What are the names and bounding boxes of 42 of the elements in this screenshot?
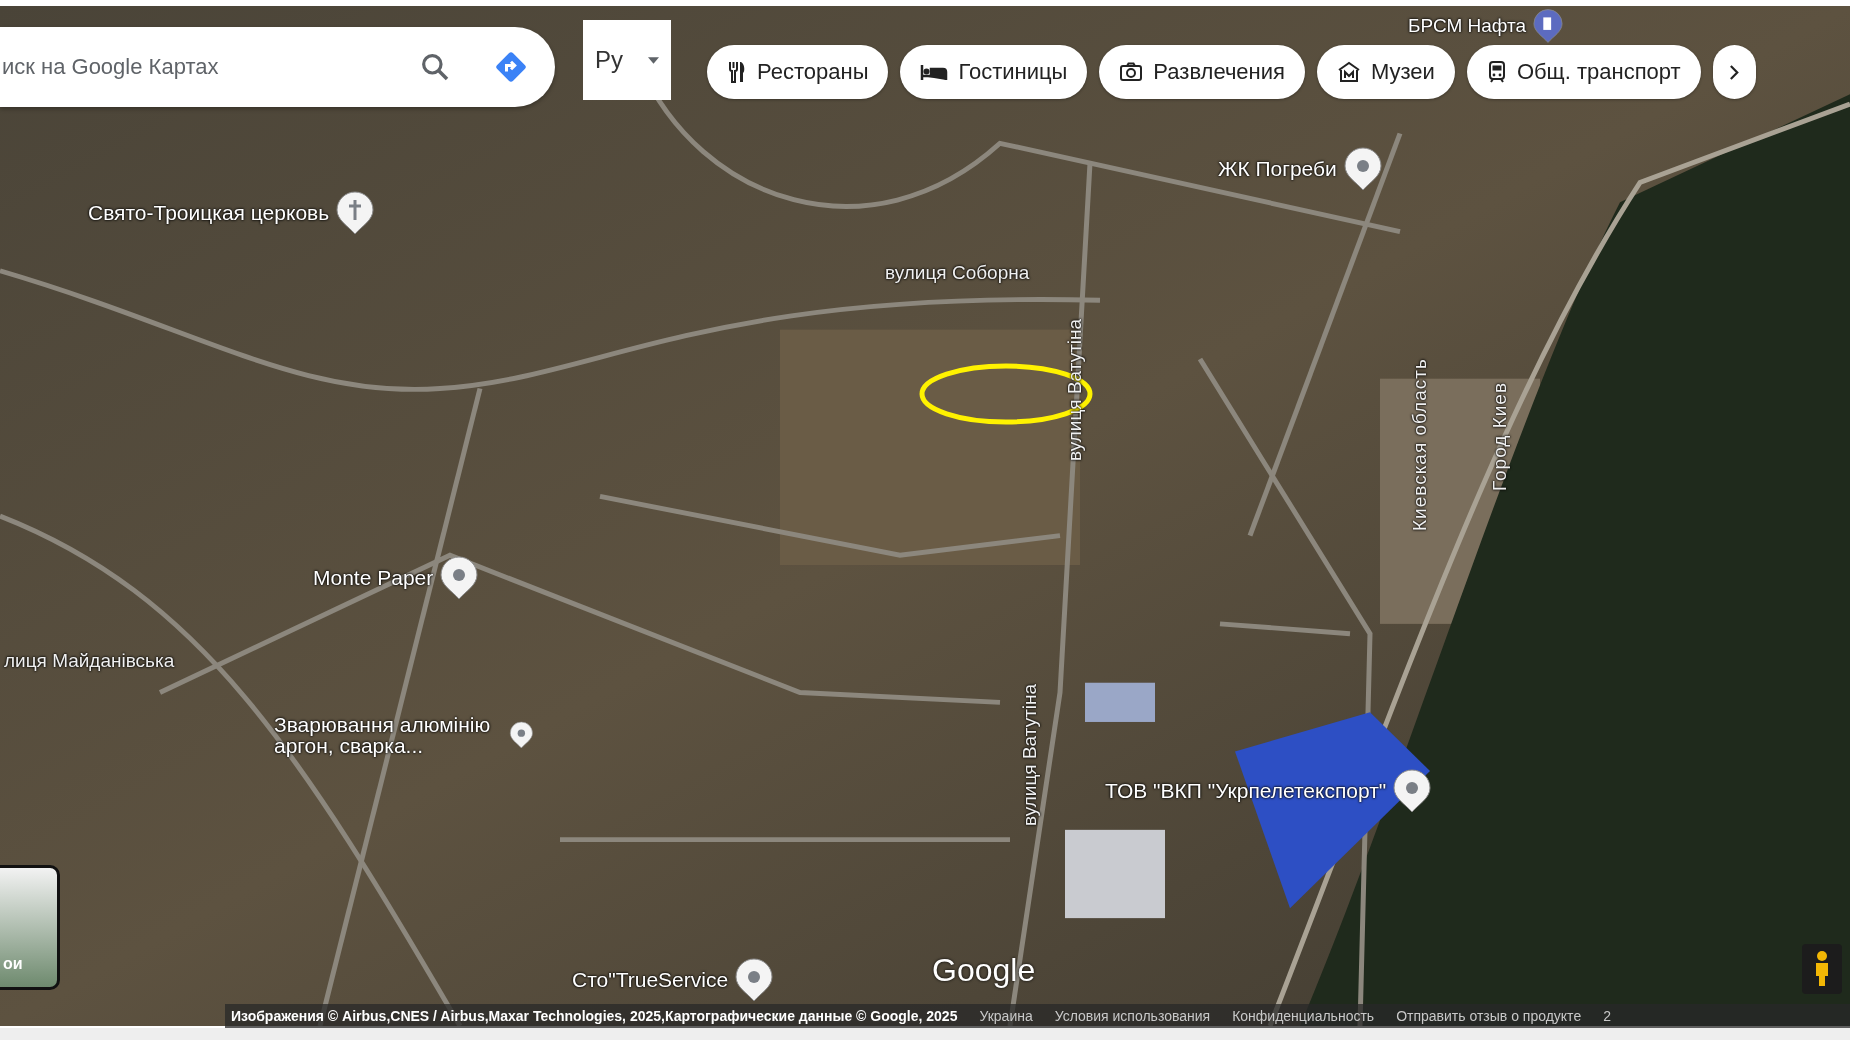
- caret-icon: [648, 56, 659, 64]
- google-logo: Google: [932, 952, 1036, 989]
- place-pin-icon[interactable]: [1342, 146, 1383, 192]
- imagery-credit: Изображения © Airbus,CNES / Airbus,Maxar Technologies, 2025,Картографические данные © Google, 2025: [231, 1008, 958, 1024]
- map-label[interactable]: Monte Paper: [313, 566, 434, 590]
- map-label[interactable]: вулиця Ватутіна: [1019, 683, 1041, 826]
- category-chip[interactable]: Общ. транспорт: [1466, 45, 1701, 99]
- map-label[interactable]: вулиця Соборна: [885, 262, 1030, 284]
- map-label[interactable]: вулиця Ватутіна: [1064, 318, 1086, 461]
- footer-link[interactable]: Украина: [979, 1008, 1033, 1024]
- map-label[interactable]: БРСМ Нафта: [1408, 15, 1527, 37]
- map-label[interactable]: Город Киев: [1489, 382, 1511, 491]
- footer-link[interactable]: Отправить отзыв о продукте: [1396, 1008, 1582, 1024]
- search-field[interactable]: иск на Google Картах: [0, 53, 419, 81]
- cross-pin-icon[interactable]: [335, 190, 376, 236]
- map-label[interactable]: Зварювання алюмінію аргон, сварка...: [274, 714, 504, 756]
- chevron-right-icon: [1728, 63, 1740, 81]
- language-selector[interactable]: Ру: [583, 20, 671, 100]
- map-label[interactable]: Свято-Троицкая церковь: [88, 201, 330, 225]
- fuel-pin-icon[interactable]: [1532, 8, 1565, 44]
- category-chip[interactable]: Развлечения: [1099, 45, 1305, 99]
- category-chip[interactable]: Рестораны: [707, 45, 889, 99]
- train-icon: [1486, 60, 1507, 84]
- camera-icon: [1119, 62, 1144, 82]
- person-icon[interactable]: [1802, 944, 1842, 994]
- footer-link[interactable]: 2: [1603, 1008, 1611, 1024]
- footer-link[interactable]: Условия использования: [1054, 1008, 1211, 1024]
- map-label[interactable]: Сто"TrueService: [572, 968, 729, 992]
- place-pin-icon[interactable]: [1392, 768, 1433, 814]
- search-bar[interactable]: иск на Google Картах: [0, 27, 555, 107]
- bed-icon: [920, 63, 949, 81]
- map-label[interactable]: ЖК Погреби: [1218, 157, 1337, 181]
- footer-link[interactable]: Конфиденциальность: [1232, 1008, 1375, 1024]
- category-chip[interactable]: Музеи: [1316, 45, 1455, 99]
- museum-icon: [1336, 61, 1361, 83]
- search-icon[interactable]: [419, 51, 451, 83]
- fork-knife-icon: [727, 60, 747, 84]
- category-chip[interactable]: Гостиницы: [900, 45, 1088, 99]
- map-label[interactable]: Киевская область: [1409, 358, 1431, 531]
- place-pin-icon[interactable]: [734, 957, 775, 1003]
- map-label[interactable]: лиця Майданівська: [4, 650, 175, 672]
- place-pin-icon[interactable]: [439, 555, 480, 601]
